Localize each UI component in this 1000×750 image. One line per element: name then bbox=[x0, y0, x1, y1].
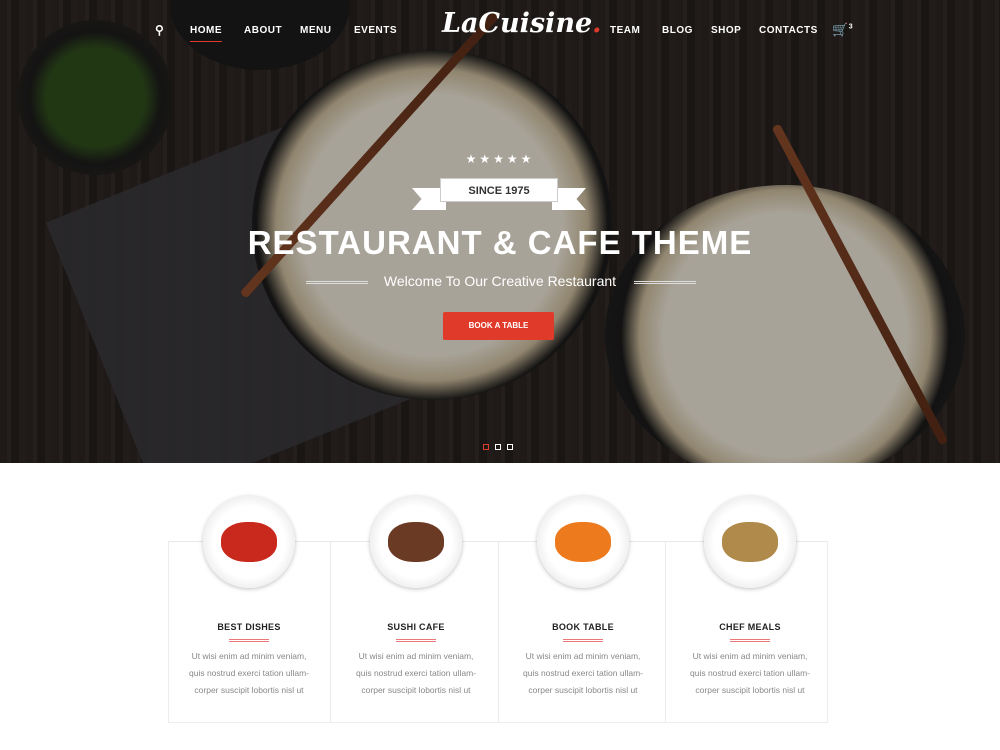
nav-team[interactable]: TEAM bbox=[610, 25, 640, 36]
nav-shop[interactable]: SHOP bbox=[711, 25, 741, 36]
cart-count: 3 bbox=[848, 23, 854, 31]
feature-title: CHEF MEALS bbox=[719, 622, 781, 632]
book-table-button[interactable]: BOOK A TABLE bbox=[443, 312, 554, 340]
feature-text: Ut wisi enim ad minim veniam, quis nostr… bbox=[689, 651, 810, 695]
nav-about[interactable]: ABOUT bbox=[244, 25, 282, 36]
feature-text: Ut wisi enim ad minim veniam, quis nostr… bbox=[188, 651, 309, 695]
slider-dots bbox=[483, 437, 519, 455]
nav-blog[interactable]: BLOG bbox=[662, 25, 693, 36]
search-icon[interactable]: ⚲ bbox=[155, 23, 164, 37]
nav-home[interactable]: HOME bbox=[190, 25, 222, 42]
slide-dot[interactable] bbox=[495, 444, 501, 450]
cart-icon[interactable]: 🛒3 bbox=[832, 22, 853, 38]
slide-dot[interactable] bbox=[507, 444, 513, 450]
carrots-plate-image bbox=[537, 496, 629, 588]
logo[interactable]: LaCuisine. bbox=[442, 8, 602, 39]
nav-menu[interactable]: MENU bbox=[300, 25, 331, 36]
hero-subtitle: Welcome To Our Creative Restaurant bbox=[383, 273, 617, 289]
nav-contacts[interactable]: CONTACTS bbox=[759, 25, 818, 36]
slide-dot[interactable] bbox=[483, 444, 489, 450]
steak-plate-image bbox=[370, 496, 462, 588]
fish-plate-image bbox=[704, 496, 796, 588]
hero-title: RESTAURANT & CAFE THEME bbox=[247, 224, 753, 261]
feature-title: BEST DISHES bbox=[217, 622, 281, 632]
feature-title: BOOK TABLE bbox=[552, 622, 614, 632]
rating-stars: ★★★★★ bbox=[465, 152, 535, 166]
nav-events[interactable]: EVENTS bbox=[354, 25, 397, 36]
feature-title: SUSHI CAFE bbox=[387, 622, 445, 632]
feature-text: Ut wisi enim ad minim veniam, quis nostr… bbox=[355, 651, 476, 695]
tomatoes-plate-image bbox=[203, 496, 295, 588]
since-ribbon: SINCE 1975 bbox=[440, 178, 558, 202]
hero-slider: ⚲ HOME ABOUT MENU EVENTS TEAM BLOG SHOP … bbox=[0, 0, 1000, 463]
feature-text: Ut wisi enim ad minim veniam, quis nostr… bbox=[522, 651, 643, 695]
